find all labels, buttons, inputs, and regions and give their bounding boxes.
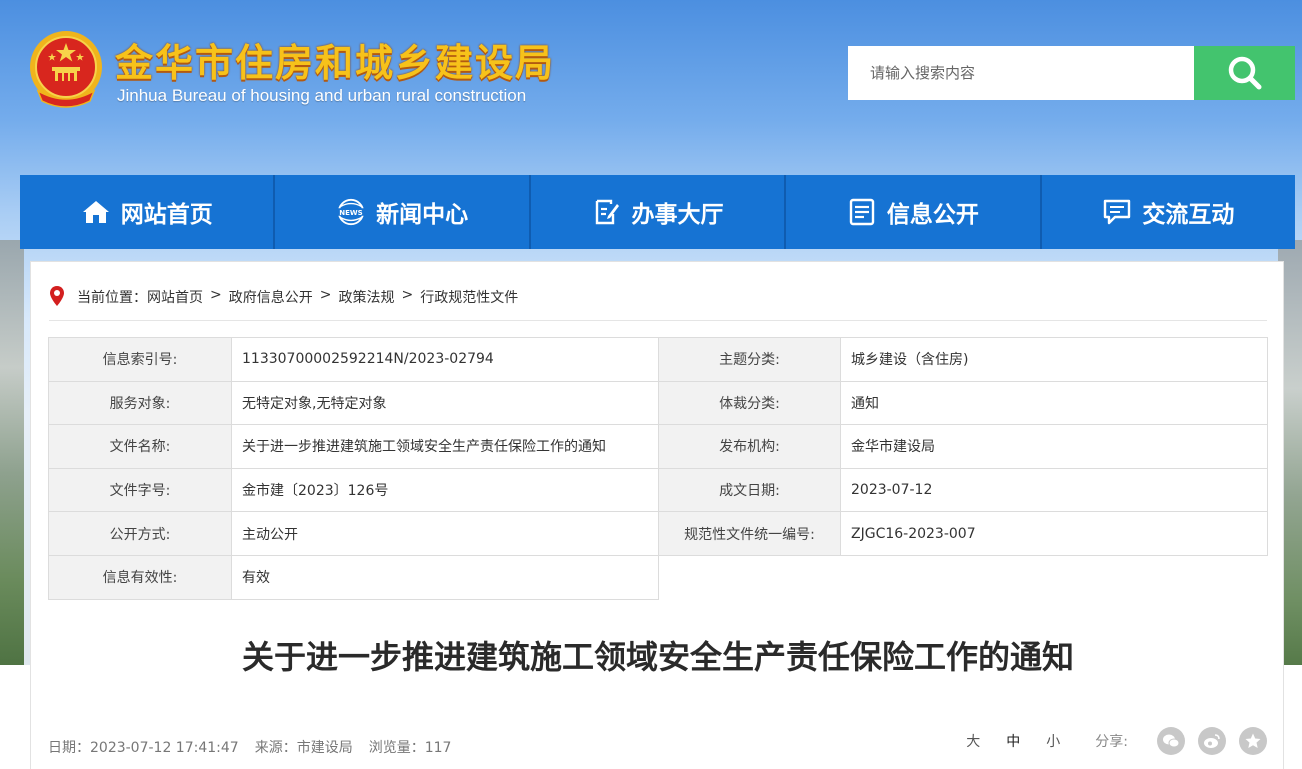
table-row: 服务对象: 无特定对象,无特定对象 体裁分类: 通知 bbox=[48, 380, 1268, 426]
font-size-medium-button[interactable]: 中 bbox=[1006, 731, 1020, 751]
breadcrumb-separator: > bbox=[210, 287, 222, 303]
nav-item-label: 网站首页 bbox=[120, 202, 213, 228]
search-button[interactable] bbox=[1194, 46, 1295, 100]
content-panel: 当前位置： 网站首页 > 政府信息公开 > 政策法规 > 行政规范性文件 信息索… bbox=[30, 261, 1284, 769]
meta-label: 文件名称: bbox=[48, 424, 232, 469]
breadcrumb-link-gov-info[interactable]: 政府信息公开 bbox=[229, 287, 313, 307]
wechat-icon[interactable] bbox=[1157, 727, 1185, 755]
main-nav: 网站首页 NEWS 新闻中心 办事大厅 信息公开 交流互动 bbox=[20, 175, 1295, 249]
meta-value: 有效 bbox=[231, 554, 659, 600]
site-subtitle: Jinhua Bureau of housing and urban rural… bbox=[117, 86, 527, 105]
meta-label: 文件字号: bbox=[48, 467, 232, 513]
font-size-large-button[interactable]: 大 bbox=[966, 731, 980, 751]
search-icon bbox=[1228, 56, 1261, 90]
meta-value: 11330700002592214N/2023-02794 bbox=[231, 337, 659, 382]
nav-item-info-disclosure[interactable]: 信息公开 bbox=[786, 175, 1042, 249]
font-size-small-button[interactable]: 小 bbox=[1046, 731, 1060, 751]
svg-text:NEWS: NEWS bbox=[339, 208, 362, 217]
meta-label: 信息索引号: bbox=[48, 337, 232, 382]
meta-value: 城乡建设（含住房) bbox=[840, 337, 1268, 382]
nav-item-label: 办事大厅 bbox=[631, 202, 724, 228]
meta-value: 金华市建设局 bbox=[840, 424, 1268, 469]
breadcrumb-link-home[interactable]: 网站首页 bbox=[147, 287, 203, 307]
favorite-icon[interactable] bbox=[1239, 727, 1267, 755]
article-source: 来源：市建设局 bbox=[254, 740, 353, 756]
list-doc-icon bbox=[847, 197, 877, 227]
article-title: 关于进一步推进建筑施工领域安全生产责任保险工作的通知 bbox=[241, 638, 1074, 676]
meta-value: ZJGC16-2023-007 bbox=[840, 511, 1268, 556]
breadcrumb-link-policy[interactable]: 政策法规 bbox=[338, 287, 394, 307]
national-emblem-icon bbox=[30, 31, 102, 108]
home-icon bbox=[81, 197, 111, 227]
meta-value: 关于进一步推进建筑施工领域安全生产责任保险工作的通知 bbox=[231, 424, 659, 469]
table-row: 信息有效性: 有效 bbox=[48, 554, 1268, 600]
nav-item-news[interactable]: NEWS 新闻中心 bbox=[275, 175, 531, 249]
news-icon: NEWS bbox=[336, 197, 366, 227]
weibo-icon[interactable] bbox=[1198, 727, 1226, 755]
meta-value: 2023-07-12 bbox=[840, 467, 1268, 513]
meta-value: 无特定对象,无特定对象 bbox=[231, 380, 659, 426]
article-date: 日期：2023-07-12 17:41:47 bbox=[48, 740, 239, 756]
share-label: 分享: bbox=[1095, 734, 1128, 750]
nav-item-service-hall[interactable]: 办事大厅 bbox=[531, 175, 787, 249]
meta-value: 金市建〔2023〕126号 bbox=[231, 467, 659, 513]
table-row: 文件字号: 金市建〔2023〕126号 成文日期: 2023-07-12 bbox=[48, 467, 1268, 513]
meta-empty-cell bbox=[658, 555, 841, 600]
background-scenery-left bbox=[0, 240, 24, 665]
table-row: 公开方式: 主动公开 规范性文件统一编号: ZJGC16-2023-007 bbox=[48, 511, 1268, 556]
breadcrumb-separator: > bbox=[401, 287, 414, 303]
meta-empty-cell bbox=[840, 555, 1268, 600]
site-title: 金华市住房和城乡建设局 bbox=[115, 41, 556, 85]
meta-label: 服务对象: bbox=[48, 380, 232, 426]
meta-label: 发布机构: bbox=[658, 424, 841, 469]
edit-doc-icon bbox=[592, 197, 622, 227]
article-tools: 大 中 小 分享: bbox=[953, 724, 1267, 758]
nav-item-label: 新闻中心 bbox=[376, 202, 469, 228]
breadcrumb: 当前位置： 网站首页 > 政府信息公开 > 政策法规 > 行政规范性文件 bbox=[49, 286, 1267, 321]
breadcrumb-link-normative-docs[interactable]: 行政规范性文件 bbox=[420, 287, 518, 307]
chat-icon bbox=[1102, 197, 1132, 227]
meta-label: 主题分类: bbox=[658, 337, 841, 382]
nav-item-home[interactable]: 网站首页 bbox=[20, 175, 276, 249]
breadcrumb-separator: > bbox=[319, 287, 332, 303]
nav-item-interaction[interactable]: 交流互动 bbox=[1042, 175, 1295, 249]
meta-label: 公开方式: bbox=[48, 511, 232, 556]
meta-label: 规范性文件统一编号: bbox=[658, 511, 841, 556]
meta-value: 主动公开 bbox=[231, 511, 659, 556]
table-row: 信息索引号: 11330700002592214N/2023-02794 主题分… bbox=[48, 337, 1268, 382]
meta-label: 信息有效性: bbox=[48, 554, 232, 600]
document-metadata-table: 信息索引号: 11330700002592214N/2023-02794 主题分… bbox=[48, 337, 1268, 600]
table-row: 文件名称: 关于进一步推进建筑施工领域安全生产责任保险工作的通知 发布机构: 金… bbox=[48, 424, 1268, 469]
search-input[interactable] bbox=[848, 46, 1194, 100]
meta-label: 体裁分类: bbox=[658, 380, 841, 426]
meta-label: 成文日期: bbox=[658, 467, 841, 513]
article-view-count: 浏览量：117 bbox=[368, 740, 452, 756]
breadcrumb-prefix: 当前位置： bbox=[77, 290, 147, 306]
nav-item-label: 信息公开 bbox=[886, 202, 979, 228]
meta-value: 通知 bbox=[840, 380, 1268, 426]
location-pin-icon bbox=[50, 286, 64, 306]
nav-item-label: 交流互动 bbox=[1142, 202, 1235, 228]
